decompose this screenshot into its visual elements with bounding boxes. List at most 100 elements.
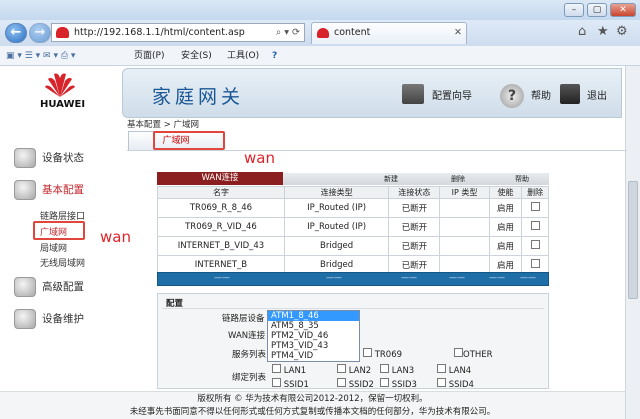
dropdown-option[interactable]: PTM4_VID [268, 351, 359, 361]
navigation-bar: ← → http://192.168.1.1/html/content.asp … [0, 20, 640, 46]
settings-gear-icon[interactable]: ⚙ [616, 24, 628, 39]
safety-menu[interactable]: 安全(S) [181, 46, 212, 66]
delete-checkbox[interactable] [530, 240, 540, 249]
ssid4-checkbox[interactable] [437, 378, 446, 387]
address-bar[interactable]: http://192.168.1.1/html/content.asp ⌕ ▾ … [51, 23, 305, 42]
column-header: 连接状态 [388, 186, 441, 199]
service-option-tr069[interactable]: TR069 [363, 348, 402, 360]
highlight-box-tab [153, 131, 225, 150]
lan2-checkbox[interactable] [337, 364, 346, 373]
vertical-scrollbar[interactable] [625, 66, 640, 419]
option-label: LAN1 [283, 366, 307, 376]
ssid2-checkbox[interactable] [337, 378, 346, 387]
cell-status: 已断开 [388, 198, 441, 218]
home-icon[interactable]: ⌂ [578, 24, 586, 39]
logout-link[interactable]: 退出 [587, 88, 607, 106]
tools-menu[interactable]: 工具(O) [227, 46, 259, 66]
close-window-button[interactable]: ✕ [610, 3, 636, 17]
wan-connection-label: WAN连接 [228, 331, 266, 341]
sidebar-item-basic-config[interactable]: 基本配置 [14, 180, 84, 200]
ssid1-checkbox[interactable] [272, 378, 281, 387]
highlight-box-sidebar [33, 221, 85, 240]
window-titlebar: – ▢ ✕ [0, 0, 640, 20]
browser-tab[interactable]: content ✕ [311, 22, 467, 44]
sidebar-item-device-status[interactable]: 设备状态 [14, 148, 84, 168]
help-button[interactable]: 帮助 [500, 174, 544, 184]
wizard-icon[interactable] [402, 84, 424, 104]
close-tab-icon[interactable]: ✕ [454, 23, 462, 43]
ssid2-option[interactable]: SSID2 [337, 378, 374, 390]
search-refresh-icon[interactable]: ⌕ ▾ ⟳ [276, 24, 300, 41]
option-label: LAN3 [391, 366, 415, 376]
footer-notice: 未经事先书面同意不得以任何形式或任何方式复制或传播本文档的任何部分，华为技术有限… [129, 407, 496, 417]
cell-name: TR069_R_8_46 [157, 198, 285, 218]
service-option-other[interactable]: OTHER [454, 348, 493, 360]
huawei-favicon-icon [56, 27, 69, 38]
minimize-button[interactable]: – [564, 3, 584, 17]
ssid3-checkbox[interactable] [380, 378, 389, 387]
forward-button[interactable]: → [29, 23, 51, 43]
link-device-label: 链路层设备 [222, 314, 265, 324]
maintenance-icon [14, 309, 36, 329]
lan2-option[interactable]: LAN2 [337, 364, 371, 376]
selected-new-row[interactable]: —— —— —— —— —— —— [157, 272, 549, 286]
config-wizard-link[interactable]: 配置向导 [432, 88, 472, 106]
sidebar-item-maintenance[interactable]: 设备维护 [14, 309, 84, 329]
lan1-checkbox[interactable] [272, 364, 281, 373]
logo-area: HUAWEI [0, 66, 122, 118]
delete-checkbox[interactable] [530, 202, 540, 211]
other-checkbox[interactable] [454, 348, 463, 357]
ssid1-option[interactable]: SSID1 [272, 378, 309, 390]
dropdown-option[interactable]: PTM2_VID_46 [268, 331, 359, 341]
lan1-option[interactable]: LAN1 [272, 364, 306, 376]
sidebar-sub-wlan[interactable]: 无线局域网 [40, 256, 85, 269]
dropdown-option[interactable]: ATM5_8_35 [268, 321, 359, 331]
blank-cell: —— [214, 273, 230, 282]
help-link[interactable]: 帮助 [531, 88, 551, 106]
blank-cell: —— [401, 273, 417, 282]
option-label: LAN2 [348, 366, 372, 376]
page-menu[interactable]: 页面(P) [134, 46, 164, 66]
link-device-dropdown[interactable]: ATM1_8_46 ATM5_8_35 PTM2_VID_46 PTM3_VID… [267, 310, 360, 362]
cell-enable: 启用 [488, 198, 523, 218]
sidebar-sub-lan[interactable]: 局域网 [40, 241, 67, 254]
table-header-row: 名字 连接类型 连接状态 IP 类型 使能 删除 [157, 186, 549, 199]
back-button[interactable]: ← [5, 23, 27, 43]
maximize-button[interactable]: ▢ [587, 3, 607, 17]
delete-button[interactable]: 删除 [436, 174, 480, 184]
tr069-checkbox[interactable] [363, 348, 372, 357]
lan4-option[interactable]: LAN4 [437, 364, 471, 376]
lan3-option[interactable]: LAN3 [380, 364, 414, 376]
page-title: 家庭网关 [152, 86, 245, 108]
new-button[interactable]: 新建 [369, 174, 413, 184]
help-question-icon[interactable]: ? [500, 84, 524, 108]
ssid4-option[interactable]: SSID4 [437, 378, 474, 390]
table-row[interactable]: TR069_R_8_46 IP_Routed (IP) 已断开 启用 [157, 198, 549, 218]
help-menu[interactable]: ? [272, 46, 277, 66]
toolbar-icons[interactable]: ▣ ▾ ☰ ▾ ✉ ▾ ⎙ ▾ [6, 46, 75, 66]
favorites-icon[interactable]: ★ [597, 24, 609, 39]
divider [162, 308, 544, 309]
column-header: 名字 [157, 186, 285, 199]
table-row[interactable]: TR069_R_VID_46 IP_Routed (IP) 已断开 启用 [157, 217, 549, 237]
delete-checkbox[interactable] [530, 221, 540, 230]
option-label: OTHER [463, 350, 493, 360]
cell-name: INTERNET_B_VID_43 [157, 236, 285, 256]
lan4-checkbox[interactable] [437, 364, 446, 373]
cell-type: IP_Routed (IP) [283, 198, 390, 218]
lan3-checkbox[interactable] [380, 364, 389, 373]
delete-checkbox[interactable] [530, 259, 540, 268]
logout-icon[interactable] [560, 84, 580, 104]
cell-delete [521, 198, 549, 218]
option-label: SSID2 [348, 380, 374, 390]
dropdown-option[interactable]: PTM3_VID_43 [268, 341, 359, 351]
scrollbar-thumb[interactable] [628, 181, 638, 299]
wan-connection-tab[interactable]: WAN连接 [157, 172, 283, 185]
blank-cell: —— [489, 273, 505, 282]
sidebar-item-advanced[interactable]: 高级配置 [14, 277, 84, 297]
column-header: 使能 [488, 186, 523, 199]
ssid3-option[interactable]: SSID3 [380, 378, 417, 390]
table-row[interactable]: INTERNET_B_VID_43 Bridged 已断开 启用 [157, 236, 549, 256]
sidebar-label: 设备维护 [42, 313, 84, 325]
dropdown-option-selected[interactable]: ATM1_8_46 [268, 311, 359, 321]
